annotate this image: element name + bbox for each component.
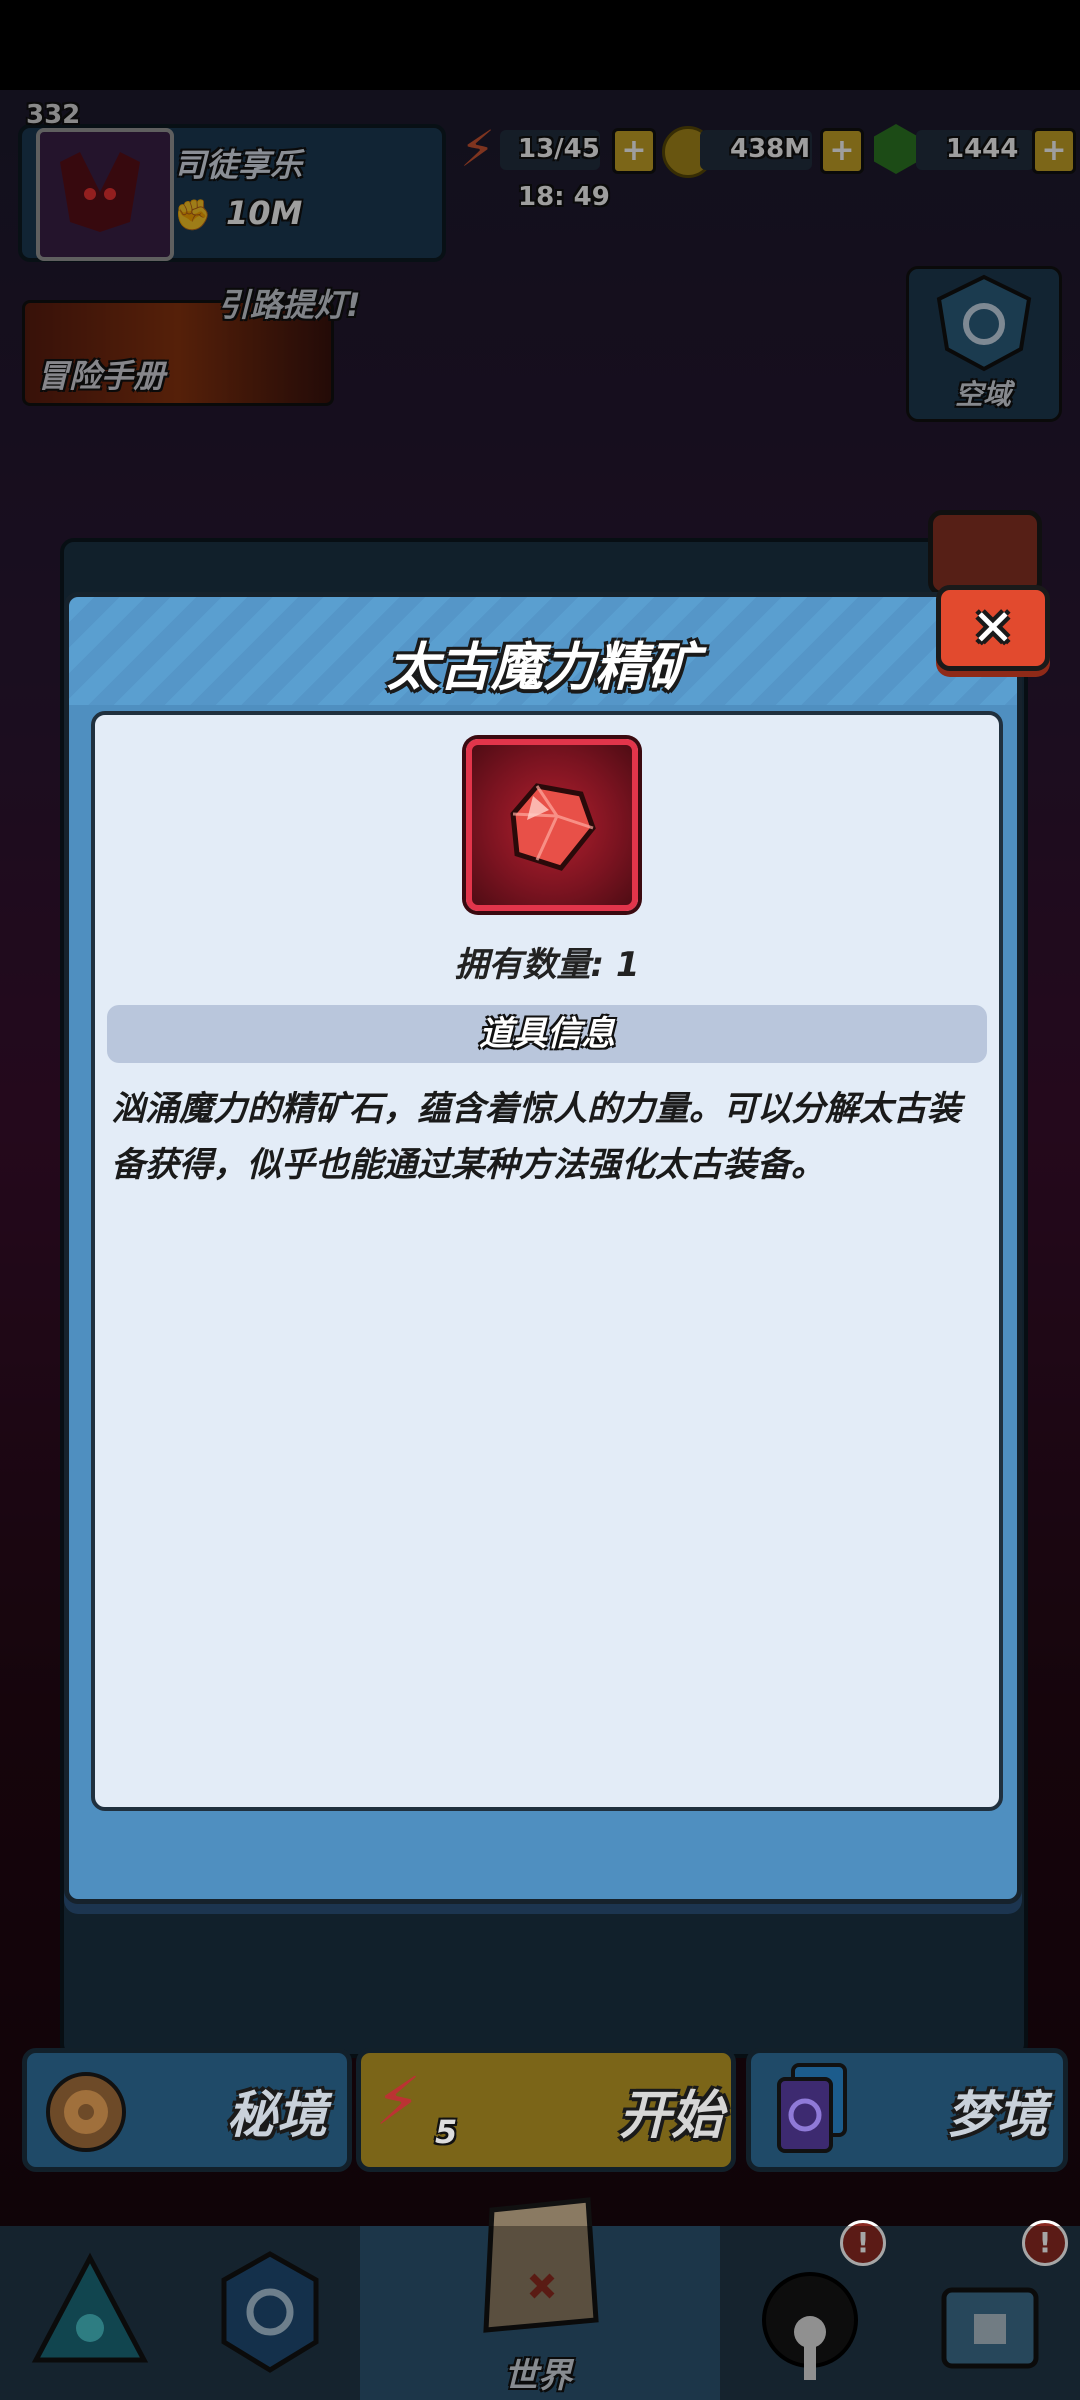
notification-badge: ! — [840, 2220, 886, 2266]
notification-badge: ! — [1022, 2220, 1068, 2266]
nav-tab-chest[interactable]: ! — [900, 2220, 1080, 2400]
start-label: 开始 — [619, 2086, 724, 2146]
map-icon — [483, 2197, 599, 2333]
secret-realm-label: 秘境 — [227, 2086, 327, 2144]
nav-tab-ghost[interactable]: ! — [720, 2220, 903, 2400]
item-info-header: 道具信息 — [107, 1005, 987, 1063]
start-button[interactable]: ⚡ 5 开始 — [356, 2048, 736, 2172]
dream-realm-button[interactable]: 梦境 — [746, 2048, 1068, 2172]
shield-icon — [221, 2251, 319, 2373]
crystal-icon — [510, 783, 596, 871]
pyramid-icon — [31, 2252, 149, 2363]
item-detail-panel: 拥有数量: 1 道具信息 汹涌魔力的精矿石，蕴含着惊人的力量。可以分解太古装备获… — [91, 711, 1003, 1811]
dream-realm-label: 梦境 — [947, 2086, 1047, 2144]
secret-realm-button[interactable]: 秘境 — [22, 2048, 352, 2172]
owned-quantity: 拥有数量: 1 — [454, 945, 640, 985]
chest-icon — [941, 2287, 1039, 2369]
card-icon — [777, 2063, 847, 2153]
nav-tab-world[interactable]: 世界 — [360, 2197, 723, 2400]
close-button[interactable]: ✕ — [936, 585, 1050, 671]
nav-world-label: 世界 — [504, 2356, 572, 2396]
nav-tab-shield[interactable] — [180, 2226, 363, 2400]
nav-tab-pyramid[interactable] — [0, 2226, 183, 2400]
lightning-icon: ⚡ — [375, 2063, 422, 2140]
target-icon — [46, 2072, 126, 2152]
dialog-title: 太古魔力精矿 — [386, 638, 699, 698]
item-icon — [466, 739, 638, 911]
start-cost: 5 — [435, 2113, 458, 2151]
close-icon: ✕ — [972, 599, 1014, 657]
item-detail-dialog: 太古魔力精矿 拥有数量: 1 道具信息 汹涌魔力的精矿石，蕴含着惊人的力量。可以… — [64, 592, 1022, 1904]
item-description: 汹涌魔力的精矿石，蕴含着惊人的力量。可以分解太古装备获得，似乎也能通过某种方法强… — [111, 1089, 961, 1185]
ghost-icon — [762, 2272, 858, 2380]
